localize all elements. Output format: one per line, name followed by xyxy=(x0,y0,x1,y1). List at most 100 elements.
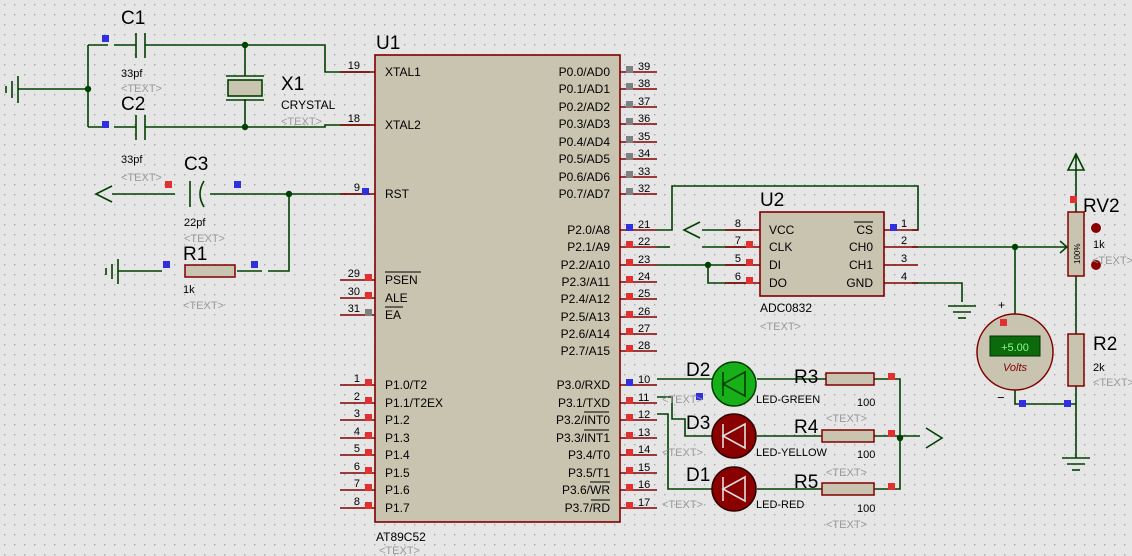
r1-value: 1k xyxy=(183,284,195,296)
u1-pin-number: 12 xyxy=(638,409,650,421)
pin-marker xyxy=(365,414,372,421)
u1-pin-number: 34 xyxy=(638,148,650,160)
pin-marker xyxy=(626,328,633,335)
u1-pin-label: P2.6/A14 xyxy=(561,327,611,341)
pin-marker xyxy=(362,188,369,195)
u1-pin-label: XTAL1 xyxy=(385,65,421,79)
resistor-r1[interactable] xyxy=(184,264,236,278)
u1-pin-label: P0.0/AD0 xyxy=(559,65,611,79)
u1-pin-label: P2.5/A13 xyxy=(561,310,611,324)
u2-pin-number: 3 xyxy=(901,253,907,265)
r4-value: 100 xyxy=(857,449,875,461)
rv2-value: 1k xyxy=(1093,239,1105,251)
u1-pin-number: 33 xyxy=(638,166,650,178)
x1-value: CRYSTAL xyxy=(281,98,336,112)
u1-pin-number: 18 xyxy=(348,113,360,125)
pin-marker xyxy=(365,309,372,316)
u1-pin-label: P3.5/T1 xyxy=(568,466,610,480)
r5-ref: R5 xyxy=(794,472,818,493)
pin-marker xyxy=(626,241,633,248)
u1-pin-label: P3.6/WR xyxy=(562,483,610,497)
led-d1-red[interactable] xyxy=(711,466,757,512)
pin-marker xyxy=(626,276,633,283)
d3-text-placeholder: <TEXT> xyxy=(662,447,703,459)
r3-text-placeholder: <TEXT> xyxy=(826,413,867,425)
u1-pin-number: 2 xyxy=(354,391,360,403)
led-d3-yellow[interactable] xyxy=(711,413,757,459)
crystal-x1[interactable] xyxy=(226,75,264,101)
junction-dot xyxy=(241,123,249,131)
u1-pin-number: 25 xyxy=(638,288,650,300)
u1-pin-label: P1.1/T2EX xyxy=(385,396,443,410)
pin-marker xyxy=(626,66,633,73)
pin-marker xyxy=(626,293,633,300)
rv2-increase-button[interactable] xyxy=(1091,223,1101,233)
d1-value: LED-RED xyxy=(756,499,804,511)
led-d2-green[interactable] xyxy=(711,361,757,407)
rv2-text-placeholder: <TEXT> xyxy=(1092,255,1132,267)
u2-text-placeholder: <TEXT> xyxy=(760,321,801,333)
u1-pin-number: 6 xyxy=(354,461,360,473)
u1-pin-number: 36 xyxy=(638,113,650,125)
u1-pin-number: 38 xyxy=(638,78,650,90)
r2-ref: R2 xyxy=(1093,334,1117,355)
u1-pin-label: P3.0/RXD xyxy=(557,378,611,392)
u1-pin-label: P1.5 xyxy=(385,466,410,480)
pin-marker xyxy=(626,118,633,125)
schematic-canvas[interactable]: 19 XTAL118 XTAL29 RST29 PSEN30 ALE31 EA1 P1.0/T… xyxy=(0,0,1132,556)
u1-pin-number: 5 xyxy=(354,443,360,455)
voltmeter-unit: Volts xyxy=(1003,362,1028,374)
u1-pin-label: P2.0/A8 xyxy=(567,223,610,237)
u2-pin-label: GND xyxy=(846,276,873,290)
r4-text-placeholder: <TEXT> xyxy=(826,467,867,479)
junction-dot xyxy=(704,261,712,269)
pin-marker xyxy=(626,101,633,108)
resistor-r3[interactable] xyxy=(825,372,875,386)
u2-pin-number: 8 xyxy=(735,218,741,230)
u2-pin-label: CS xyxy=(856,223,873,237)
u1-pin-label: P1.6 xyxy=(385,483,410,497)
u2-pin-number: 5 xyxy=(735,253,741,265)
pin-marker xyxy=(626,83,633,90)
d2-value: LED-GREEN xyxy=(756,394,820,406)
u1-pin-number: 13 xyxy=(638,427,650,439)
pin-marker xyxy=(626,449,633,456)
u1-pin-number: 8 xyxy=(354,496,360,508)
u1-pin-number: 1 xyxy=(354,373,360,385)
u1-pin-number: 21 xyxy=(638,219,650,231)
pin-marker xyxy=(365,449,372,456)
u1-pin-number: 9 xyxy=(354,182,360,194)
u1-pin-number: 19 xyxy=(348,60,360,72)
u2-pin-label: VCC xyxy=(769,223,795,237)
u1-pin-number: 30 xyxy=(348,286,360,298)
u1-pin-label: P2.4/A12 xyxy=(561,292,611,306)
pin-marker xyxy=(365,467,372,474)
u1-pin-label: P0.1/AD1 xyxy=(559,82,611,96)
u1-pin-label: P0.4/AD4 xyxy=(559,135,611,149)
u1-pin-label: P2.1/A9 xyxy=(567,240,610,254)
pin-marker xyxy=(626,502,633,509)
pin-marker xyxy=(626,484,633,491)
r5-value: 100 xyxy=(857,503,875,515)
resistor-r4[interactable] xyxy=(821,429,875,443)
d3-ref: D3 xyxy=(686,413,710,434)
pin-marker xyxy=(365,502,372,509)
u2-pin-label: CH1 xyxy=(849,258,873,272)
u1-pin-label: P0.2/AD2 xyxy=(559,100,611,114)
resistor-r5[interactable] xyxy=(821,482,875,496)
pin-marker xyxy=(746,241,753,248)
d3-value: LED-YELLOW xyxy=(756,447,828,459)
r3-value: 100 xyxy=(857,397,875,409)
u1-pin-label: PSEN xyxy=(385,273,418,287)
u1-pin-label: P0.7/AD7 xyxy=(559,187,611,201)
c2-text-placeholder: <TEXT> xyxy=(121,172,162,184)
pin-marker xyxy=(626,171,633,178)
u1-pin-number: 11 xyxy=(638,392,649,404)
pin-marker xyxy=(890,224,897,231)
u2-pin-number: 6 xyxy=(735,271,741,283)
u1-pin-number: 39 xyxy=(638,61,650,73)
u1-pin-label: P1.7 xyxy=(385,501,410,515)
u2-pin-label: DI xyxy=(769,258,781,272)
u1-pin-label: P3.4/T0 xyxy=(568,448,610,462)
resistor-r2[interactable] xyxy=(1067,333,1085,387)
